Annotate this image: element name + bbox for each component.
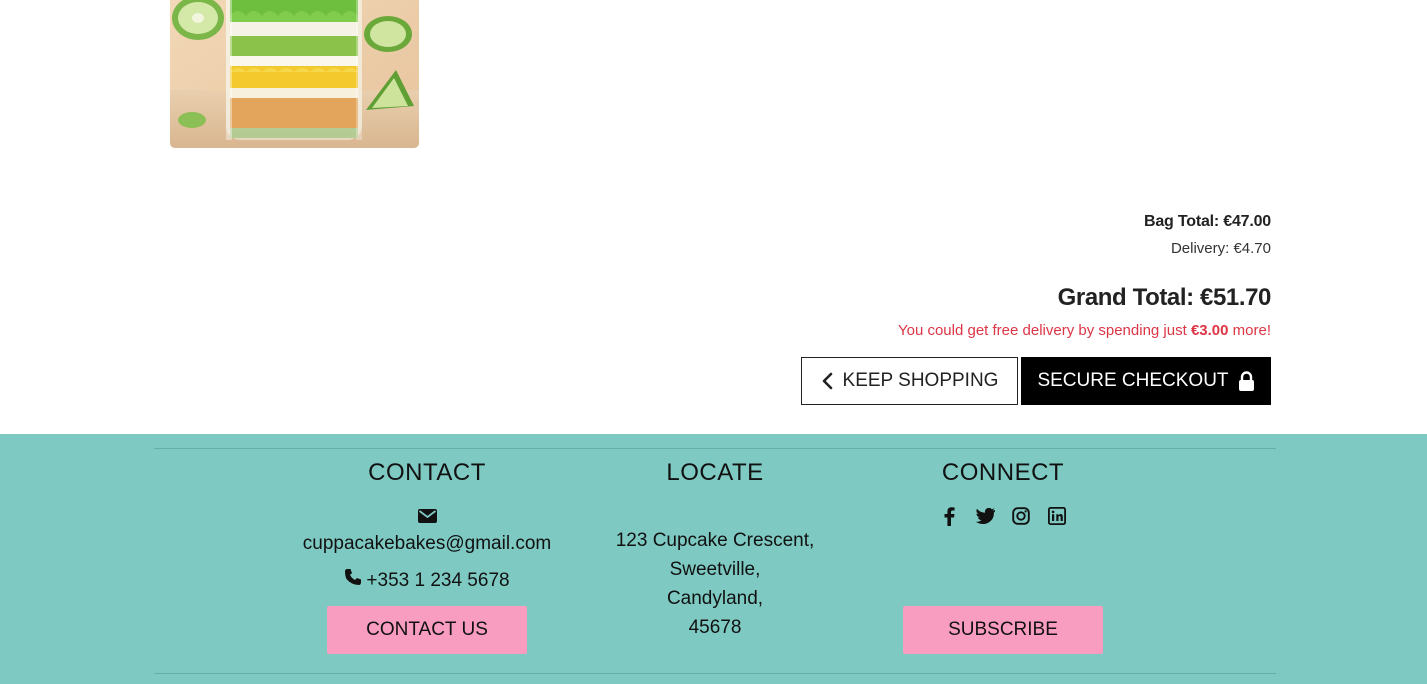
- free-delivery-prefix: You could get free delivery by spending …: [897, 322, 1191, 339]
- free-delivery-amount: €3.00: [1190, 322, 1229, 339]
- footer-contact-column: CONTACT cuppacakebakes@gmail.com +353 1 …: [287, 458, 567, 654]
- contact-email-link[interactable]: cuppacakebakes@gmail.com: [287, 532, 567, 556]
- secure-checkout-button[interactable]: SECURE CHECKOUT: [1021, 357, 1271, 405]
- secure-checkout-label: SECURE CHECKOUT: [1037, 370, 1229, 391]
- free-delivery-suffix: more!: [1228, 322, 1271, 339]
- phone-icon: [344, 568, 362, 593]
- bag-total: Bag Total: €47.00: [1143, 213, 1271, 230]
- contact-heading: CONTACT: [368, 459, 486, 486]
- address-line: Candyland,: [666, 588, 764, 609]
- contact-phone-number: +353 1 234 5678: [366, 569, 510, 591]
- subscribe-button[interactable]: SUBSCRIBE: [903, 606, 1103, 654]
- address: 123 Cupcake Crescent, Sweetville, Candyl…: [575, 526, 855, 642]
- address-line: 45678: [688, 617, 742, 638]
- site-footer: CONTACT cuppacakebakes@gmail.com +353 1 …: [0, 434, 1427, 684]
- delivery-cost: Delivery: €4.70: [1170, 240, 1271, 257]
- contact-us-button[interactable]: CONTACT US: [327, 606, 527, 654]
- envelope-icon: [287, 506, 567, 526]
- twitter-icon[interactable]: [975, 506, 995, 526]
- bag-totals: Bag Total: €47.00 Delivery: €4.70 Grand …: [898, 212, 1271, 341]
- keep-shopping-button[interactable]: KEEP SHOPPING: [801, 357, 1018, 405]
- social-links: [863, 506, 1143, 526]
- lock-icon: [1238, 371, 1255, 391]
- grand-total: Grand Total: €51.70: [1057, 284, 1272, 311]
- product-image: [170, 0, 419, 148]
- connect-heading: CONNECT: [941, 459, 1065, 486]
- address-line: 123 Cupcake Crescent,: [615, 530, 815, 551]
- keep-shopping-label: KEEP SHOPPING: [842, 370, 999, 391]
- free-delivery-message: You could get free delivery by spending …: [898, 321, 1271, 341]
- chevron-left-icon: [821, 372, 833, 390]
- facebook-icon[interactable]: [939, 506, 959, 526]
- contact-phone[interactable]: +353 1 234 5678: [287, 568, 567, 593]
- footer-divider-top: [154, 448, 1276, 449]
- instagram-icon[interactable]: [1011, 506, 1031, 526]
- linkedin-icon[interactable]: [1047, 506, 1067, 526]
- bag-actions: KEEP SHOPPING SECURE CHECKOUT: [801, 357, 1271, 405]
- footer-locate-column: LOCATE 123 Cupcake Crescent, Sweetville,…: [575, 458, 855, 642]
- footer-divider-bottom: [154, 673, 1276, 674]
- address-line: Sweetville,: [669, 559, 761, 580]
- locate-heading: LOCATE: [666, 459, 764, 486]
- footer-connect-column: CONNECT SUBSCRIBE: [863, 458, 1143, 654]
